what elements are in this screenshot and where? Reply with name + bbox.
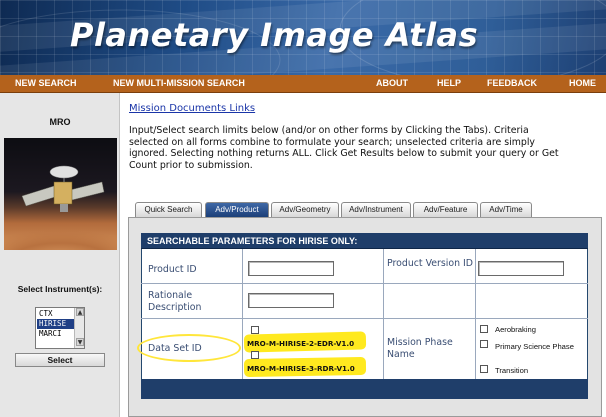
tab-adv-geometry[interactable]: Adv/Geometry <box>271 202 339 217</box>
instrument-option-marci[interactable]: MARCI <box>37 329 74 339</box>
tab-adv-product[interactable]: Adv/Product <box>205 202 269 217</box>
mission-documents-link[interactable]: Mission Documents Links <box>129 103 255 114</box>
dataset-rdr-checkbox[interactable] <box>251 351 259 359</box>
parameters-footer <box>141 379 588 399</box>
dataset-edr-checkbox[interactable] <box>251 326 259 334</box>
instrument-option-ctx[interactable]: CTX <box>37 309 74 319</box>
select-instrument-label: Select Instrument(s): <box>17 284 103 294</box>
table-divider <box>383 249 384 379</box>
parameters-header-text: SEARCHABLE PARAMETERS FOR HIRISE ONLY: <box>147 236 358 246</box>
site-title: Planetary Image Atlas <box>70 16 479 54</box>
instructions-text: Input/Select search limits below (and/or… <box>129 125 559 171</box>
scroll-down-icon[interactable]: ▼ <box>76 338 84 346</box>
phase-transition-checkbox[interactable] <box>480 365 488 373</box>
product-id-label: Product ID <box>148 264 197 275</box>
table-divider <box>242 249 243 379</box>
mission-name: MRO <box>49 117 71 127</box>
nav-about[interactable]: ABOUT <box>376 78 408 88</box>
listbox-scrollbar[interactable]: ▲ ▼ <box>74 308 84 348</box>
nav-home[interactable]: HOME <box>569 78 596 88</box>
tab-adv-feature[interactable]: Adv/Feature <box>413 202 478 217</box>
table-divider <box>141 318 588 319</box>
product-id-input[interactable] <box>248 261 334 276</box>
scroll-up-icon[interactable]: ▲ <box>76 308 84 316</box>
product-version-id-label: Product Version ID <box>387 258 474 269</box>
tab-adv-instrument[interactable]: Adv/Instrument <box>341 202 411 217</box>
tab-quick-search[interactable]: Quick Search <box>135 202 202 217</box>
phase-transition-label: Transition <box>495 366 529 375</box>
phase-aerobraking-label: Aerobraking <box>495 325 536 334</box>
parameters-header: SEARCHABLE PARAMETERS FOR HIRISE ONLY: <box>141 233 588 249</box>
rationale-description-input[interactable] <box>248 293 334 308</box>
mission-phase-name-label: Mission Phase Name <box>387 337 453 360</box>
dataset-edr-label: MRO-M-HIRISE-2-EDR-V1.0 <box>247 339 355 348</box>
nav-feedback[interactable]: FEEDBACK <box>487 78 537 88</box>
rationale-description-label: Rationale Description <box>148 290 202 313</box>
nav-new-multi-mission-search[interactable]: NEW MULTI-MISSION SEARCH <box>113 78 245 88</box>
header-banner: Planetary Image Atlas <box>0 0 606 75</box>
dataset-rdr-label: MRO-M-HIRISE-3-RDR-V1.0 <box>247 364 355 373</box>
spacecraft-illustration <box>21 165 105 212</box>
instrument-option-hirise[interactable]: HIRISE <box>37 319 74 329</box>
phase-primary-science-label: Primary Science Phase <box>495 342 574 351</box>
instrument-listbox[interactable]: CTX HIRISE MARCI ▲ ▼ <box>35 307 85 349</box>
left-sidebar: MRO Select Instrument(s): CTX HIRISE MAR… <box>0 93 120 417</box>
table-divider <box>475 249 476 379</box>
top-nav: NEW SEARCH NEW MULTI-MISSION SEARCH ABOU… <box>0 75 606 93</box>
spacecraft-image <box>4 138 117 250</box>
select-button[interactable]: Select <box>15 353 105 367</box>
data-set-id-label: Data Set ID <box>148 343 202 354</box>
product-version-id-input[interactable] <box>478 261 564 276</box>
tab-adv-time[interactable]: Adv/Time <box>480 202 532 217</box>
nav-new-search[interactable]: NEW SEARCH <box>15 78 77 88</box>
nav-help[interactable]: HELP <box>437 78 461 88</box>
phase-aerobraking-checkbox[interactable] <box>480 325 488 333</box>
table-divider <box>141 283 588 284</box>
